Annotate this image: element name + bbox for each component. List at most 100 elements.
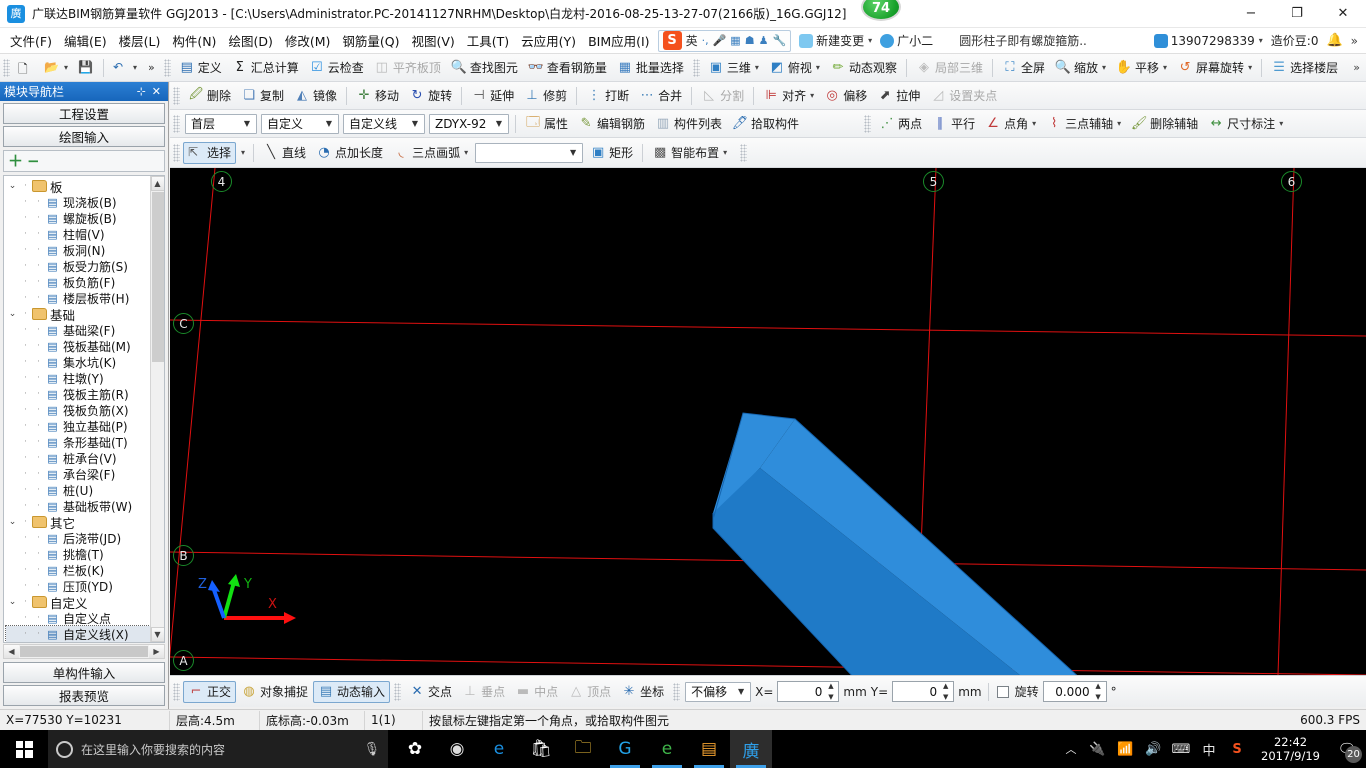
- chevron-down-icon[interactable]: ▼: [566, 148, 580, 157]
- close-button[interactable]: ✕: [1320, 0, 1366, 28]
- axis-bubble-A[interactable]: A: [173, 650, 194, 671]
- tree-folder[interactable]: ⌄ · 基础: [6, 306, 150, 323]
- component-type-combo[interactable]: 自定义线 ▼: [343, 113, 425, 134]
- scroll-thumb[interactable]: [151, 192, 164, 362]
- tree-item[interactable]: · · ▤ 基础板带(W): [6, 498, 150, 514]
- save-button[interactable]: 💾: [73, 57, 99, 79]
- modify-btn-copy-icon[interactable]: ❏ 复制: [236, 85, 289, 107]
- chevron-down-icon[interactable]: ▾: [464, 148, 468, 157]
- menubar-overflow-icon[interactable]: »: [1351, 34, 1358, 48]
- axis-bubble-6[interactable]: 6: [1281, 171, 1302, 192]
- menu-item-1[interactable]: 编辑(E): [58, 28, 113, 53]
- tree-item[interactable]: · · ▤ 基础梁(F): [6, 322, 150, 338]
- modify-btn-rotate-icon[interactable]: ↻ 旋转: [404, 85, 457, 107]
- battery-icon[interactable]: 🔌: [1083, 730, 1111, 768]
- tree-item[interactable]: · · ▤ 板负筋(F): [6, 274, 150, 290]
- draw-btn-three-point-arc-icon[interactable]: ◟ 三点画弧 ▾: [388, 142, 473, 164]
- ime-skin-icon[interactable]: ☗: [745, 34, 755, 47]
- axis-bubble-5[interactable]: 5: [923, 171, 944, 192]
- tree-item[interactable]: · · ▤ 承台梁(F): [6, 466, 150, 482]
- component-tree[interactable]: ⌄ · 板 · · ▤ 现浇板(B) · · ▤ 螺旋板(B) · · ▤ 柱帽(V) · · ▤ 板洞(N) · · ▤…: [4, 176, 150, 642]
- toolbar-btn-align-slab-icon[interactable]: ◫ 平齐板顶: [369, 57, 446, 79]
- scroll-right-button[interactable]: ▶: [149, 645, 164, 658]
- y-offset-input[interactable]: 0 ▲ ▼: [892, 681, 955, 702]
- menu-item-9[interactable]: 云应用(Y): [515, 28, 582, 53]
- tree-item[interactable]: · · ▤ 柱帽(V): [6, 226, 150, 242]
- axis-bubble-B[interactable]: B: [173, 545, 194, 566]
- start-button[interactable]: [0, 730, 48, 768]
- sidebar-button-project-settings[interactable]: 工程设置: [3, 103, 165, 124]
- tree-item[interactable]: · · ▤ 楼层板带(H): [6, 290, 150, 306]
- app-icon-glodon-ggj[interactable]: 廣: [730, 730, 772, 768]
- tree-item[interactable]: · · ▤ 螺旋板(B): [6, 210, 150, 226]
- tree-item[interactable]: · · ▤ 挑檐(T): [6, 546, 150, 562]
- select-tool-button[interactable]: ⇱ 选择: [183, 141, 237, 164]
- component-btn-pick-component-icon[interactable]: 🖊 拾取构件: [727, 113, 804, 135]
- scroll-down-button[interactable]: ▼: [150, 627, 164, 642]
- tree-item[interactable]: · · ▤ 自定义点: [6, 610, 150, 626]
- view-btn-topview-icon[interactable]: ◩ 俯视 ▾: [764, 57, 825, 79]
- line-style-combo[interactable]: ▼: [475, 142, 584, 163]
- x-offset-stepper[interactable]: ▲ ▼: [825, 683, 836, 701]
- sidebar-button-single-component-input[interactable]: 单构件输入: [3, 662, 165, 683]
- toolbar-btn-cloud-check-icon[interactable]: ☑ 云检查: [304, 57, 369, 79]
- rotate-stepper[interactable]: ▲ ▼: [1093, 683, 1104, 701]
- ime-chinese-icon[interactable]: 中: [1195, 730, 1223, 768]
- chevron-down-icon[interactable]: ⌄: [6, 181, 19, 191]
- modify-btn-delete-icon[interactable]: 🖉 删除: [183, 85, 236, 107]
- aux-btn-three-point-axis-icon[interactable]: ⌇ 三点辅轴 ▾: [1041, 113, 1126, 135]
- chevron-down-icon[interactable]: ▾: [816, 63, 820, 72]
- chevron-down-icon[interactable]: ▾: [1032, 119, 1036, 128]
- user-account-button[interactable]: 广小二: [880, 32, 933, 49]
- minimize-button[interactable]: −: [1228, 0, 1274, 28]
- app-icon-cortana-ring[interactable]: ◉: [436, 730, 478, 768]
- toolbar-grip[interactable]: [740, 143, 748, 162]
- tree-item[interactable]: · · ▤ 条形基础(T): [6, 434, 150, 450]
- app-icon-windows-media[interactable]: ✿: [394, 730, 436, 768]
- tree-item[interactable]: · · ▤ 板洞(N): [6, 242, 150, 258]
- draw-btn-rectangle-icon[interactable]: ▣ 矩形: [585, 142, 638, 164]
- taskbar-clock[interactable]: 22:42 2017/9/19: [1251, 735, 1330, 763]
- new-change-button[interactable]: 新建变更 ▾: [799, 32, 872, 49]
- component-btn-edit-rebar-icon[interactable]: ✎ 编辑钢筋: [573, 113, 650, 135]
- chevron-down-icon[interactable]: ▾: [723, 148, 727, 157]
- phone-account-button[interactable]: 13907298339 ▾: [1153, 33, 1263, 48]
- snap-mode-perpendicular-icon[interactable]: ⊥ 垂点: [457, 681, 510, 703]
- scroll-left-button[interactable]: ◀: [4, 645, 19, 658]
- menu-item-3[interactable]: 构件(N): [166, 28, 222, 53]
- tree-item[interactable]: · · ▤ 现浇板(B): [6, 194, 150, 210]
- pin-icon[interactable]: ⊹: [134, 85, 149, 98]
- sidebar-button-drawing-input[interactable]: 绘图输入: [3, 126, 165, 147]
- modify-btn-set-grip-icon[interactable]: ◿ 设置夹点: [925, 85, 1002, 107]
- new-file-button[interactable]: 🗋: [13, 57, 39, 79]
- modify-btn-align-icon[interactable]: ⊫ 对齐 ▾: [758, 85, 819, 107]
- chevron-down-icon[interactable]: ▾: [1248, 63, 1252, 72]
- component-btn-properties-icon[interactable]: 🗔 属性: [520, 113, 573, 135]
- promo-text[interactable]: 圆形柱子即有螺旋箍筋..: [959, 32, 1087, 49]
- chevron-down-icon[interactable]: ⌄: [6, 309, 19, 319]
- ime-shirt-icon[interactable]: ♟: [759, 34, 769, 47]
- view-btn-fullscreen-icon[interactable]: ⛶ 全屏: [997, 57, 1050, 79]
- modify-btn-trim-icon[interactable]: ⊥ 修剪: [519, 85, 572, 107]
- menu-item-4[interactable]: 绘图(D): [222, 28, 278, 53]
- toolbar-grip[interactable]: [173, 143, 180, 162]
- menu-item-2[interactable]: 楼层(L): [113, 28, 167, 53]
- tree-item[interactable]: · · ▤ 筏板负筋(X): [6, 402, 150, 418]
- tree-item[interactable]: · · ▤ 后浇带(JD): [6, 530, 150, 546]
- toolbar-btn-binoculars-icon[interactable]: 🔍 查找图元: [446, 57, 523, 79]
- menu-item-5[interactable]: 修改(M): [279, 28, 337, 53]
- ime-toolbar[interactable]: S 英 ·, 🎤 ▦ ☗ ♟ 🔧: [657, 29, 792, 52]
- chevron-down-icon[interactable]: ▾: [1163, 63, 1167, 72]
- view-btn-orbit-icon[interactable]: ✏ 动态观察: [825, 57, 902, 79]
- offset-mode-combo[interactable]: 不偏移 ▼: [685, 681, 752, 702]
- chevron-down-icon[interactable]: ⌄: [6, 517, 19, 527]
- aux-btn-two-point-icon[interactable]: ⋰ 两点: [874, 113, 927, 135]
- snap-mode-midpoint-icon[interactable]: ▬ 中点: [510, 681, 563, 703]
- taskbar-search-box[interactable]: 在这里输入你要搜索的内容 🎙: [48, 730, 388, 768]
- chevron-down-icon[interactable]: ▾: [1102, 63, 1106, 72]
- tree-item[interactable]: · · ▤ 筏板基础(M): [6, 338, 150, 354]
- toolbar-grip[interactable]: [163, 58, 171, 77]
- chevron-down-icon[interactable]: ▾: [1279, 119, 1283, 128]
- chevron-down-icon[interactable]: ▾: [755, 63, 759, 72]
- component-id-combo[interactable]: ZDYX-92 ▼: [429, 113, 509, 134]
